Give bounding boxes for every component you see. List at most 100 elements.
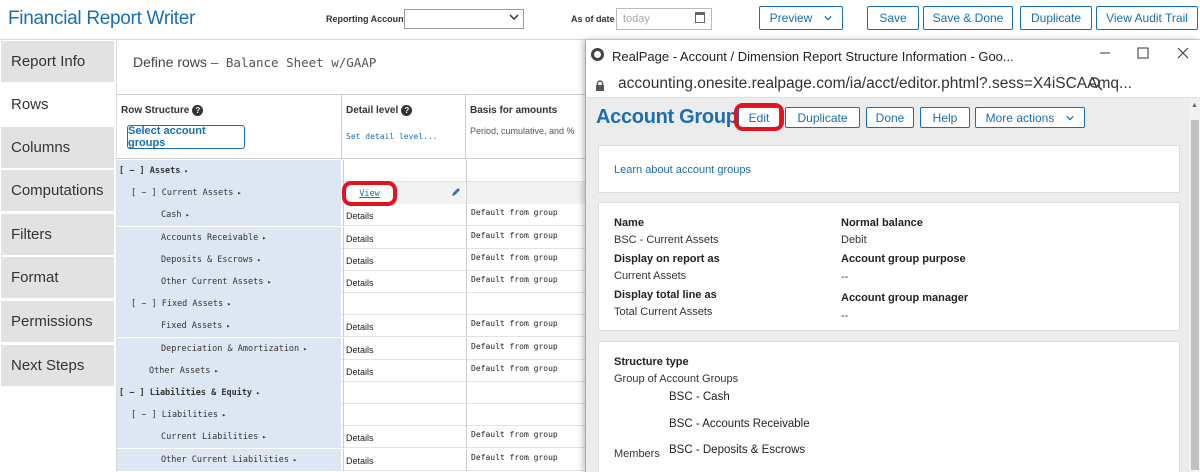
basis-cell[interactable]: Default from group (466, 315, 587, 338)
row-structure-cell[interactable]: Accounts Receivable ▸ (117, 226, 341, 249)
basis-cell[interactable]: Default from group (466, 204, 587, 227)
detail-level-cell[interactable] (343, 404, 465, 427)
row-structure-cell[interactable]: Current Liabilities ▸ (117, 426, 341, 449)
duplicate-button[interactable]: Duplicate (1020, 6, 1092, 30)
view-audit-trail-button[interactable]: View Audit Trail (1096, 6, 1198, 30)
detail-level-cell[interactable]: Details (343, 426, 465, 449)
row-structure-cell[interactable]: [ − ] Fixed Assets ▸ (117, 293, 341, 316)
nav-filters[interactable]: Filters (0, 213, 115, 256)
url-text[interactable]: accounting.onesite.realpage.com/ia/acct/… (618, 75, 1132, 93)
help-button[interactable]: Help (920, 107, 970, 128)
basis-cell[interactable] (466, 182, 587, 205)
minimize-icon[interactable] (1090, 44, 1120, 66)
expand-arrow-icon[interactable]: ▸ (226, 322, 230, 330)
nav-permissions[interactable]: Permissions (0, 300, 115, 343)
basis-cell[interactable] (466, 160, 587, 182)
table-row[interactable]: Current Liabilities ▸ Details Default from … (117, 426, 587, 449)
zoom-icon[interactable] (1088, 76, 1106, 94)
expand-arrow-icon[interactable]: ▸ (227, 300, 231, 308)
done-button[interactable]: Done (866, 107, 914, 128)
detail-level-cell[interactable]: Details (343, 226, 465, 249)
popup-scrollbar[interactable]: ▲ (1189, 98, 1200, 472)
row-structure-cell[interactable]: [ − ] Liabilities ▸ (117, 404, 341, 427)
expand-arrow-icon[interactable]: ▸ (303, 345, 307, 353)
row-structure-cell[interactable]: Depreciation & Amortization ▸ (117, 337, 341, 360)
nav-next-steps[interactable]: Next Steps (0, 344, 115, 387)
nav-columns[interactable]: Columns (0, 126, 115, 169)
expand-arrow-icon[interactable]: ▸ (256, 389, 260, 397)
row-structure-cell[interactable]: [ − ] Assets ▸ (117, 160, 341, 182)
view-link[interactable]: View (342, 181, 397, 206)
basis-cell[interactable] (466, 293, 587, 316)
expand-arrow-icon[interactable]: ▸ (222, 411, 226, 419)
row-structure-cell[interactable]: Deposits & Escrows ▸ (117, 248, 341, 271)
table-row[interactable]: Accounts Receivable ▸ Details Default from … (117, 226, 587, 249)
close-icon[interactable] (1168, 44, 1198, 66)
more-actions-button[interactable]: More actions (975, 107, 1085, 128)
expand-arrow-icon[interactable]: ▸ (257, 256, 261, 264)
basis-cell[interactable]: Default from group (466, 426, 587, 449)
save-done-button[interactable]: Save & Done (923, 6, 1013, 30)
as-of-date-input[interactable]: today (616, 8, 712, 30)
scroll-up-icon[interactable]: ▲ (1191, 102, 1198, 109)
table-row[interactable]: [ − ] Liabilities ▸ (117, 404, 587, 427)
basis-cell[interactable]: Default from group (466, 226, 587, 249)
expand-arrow-icon[interactable]: ▸ (185, 211, 189, 219)
select-account-groups-button[interactable]: Select account groups (127, 125, 245, 149)
table-row[interactable]: Fixed Assets ▸ Details Default from group (117, 315, 587, 338)
expand-arrow-icon[interactable]: ▸ (262, 234, 266, 242)
row-structure-cell[interactable]: [ − ] Current Assets ▸ (117, 182, 341, 205)
basis-cell[interactable]: Default from group (466, 359, 587, 382)
detail-level-cell[interactable] (343, 293, 465, 316)
learn-about-account-groups-link[interactable]: Learn about account groups (614, 164, 751, 176)
detail-level-cell[interactable]: Details (343, 359, 465, 382)
nav-rows[interactable]: Rows (0, 83, 115, 126)
detail-level-cell[interactable] (343, 382, 465, 404)
table-row[interactable]: Other Current Liabilities ▸ Details Default… (117, 448, 587, 471)
table-row[interactable]: [ − ] Liabilities & Equity ▸ (117, 382, 587, 404)
calendar-icon[interactable] (695, 12, 705, 23)
row-structure-cell[interactable]: Cash ▸ (117, 204, 341, 227)
detail-level-cell[interactable]: Details (343, 204, 465, 227)
row-structure-cell[interactable]: Fixed Assets ▸ (117, 315, 341, 338)
expand-arrow-icon[interactable]: ▸ (237, 189, 241, 197)
address-bar[interactable]: accounting.onesite.realpage.com/ia/acct/… (586, 72, 1200, 98)
basis-cell[interactable]: Default from group (466, 248, 587, 271)
set-detail-level-link[interactable]: Set detail level... (346, 132, 461, 141)
basis-cell[interactable]: Default from group (466, 448, 587, 471)
basis-cell[interactable]: Default from group (466, 271, 587, 293)
row-structure-cell[interactable]: Other Current Assets ▸ (117, 271, 341, 293)
reporting-accounts-select[interactable] (404, 9, 524, 29)
expand-arrow-icon[interactable]: ▸ (267, 278, 271, 286)
row-structure-cell[interactable]: Other Current Liabilities ▸ (117, 448, 341, 471)
detail-level-cell[interactable]: Details (343, 448, 465, 471)
detail-level-cell[interactable]: Details (343, 271, 465, 293)
detail-level-cell[interactable]: Details (343, 337, 465, 360)
nav-computations[interactable]: Computations (0, 169, 115, 212)
basis-cell[interactable] (466, 382, 587, 404)
expand-arrow-icon[interactable]: ▸ (214, 367, 218, 375)
detail-level-cell[interactable]: Details (343, 315, 465, 338)
table-row[interactable]: [ − ] Assets ▸ (117, 160, 587, 182)
save-button[interactable]: Save (867, 6, 919, 30)
basis-cell[interactable] (466, 404, 587, 427)
nav-report-info[interactable]: Report Info (0, 40, 115, 83)
table-row[interactable]: Cash ▸ Details Default from group (117, 204, 587, 227)
table-row[interactable]: Other Current Assets ▸ Details Default from… (117, 271, 587, 293)
row-structure-cell[interactable]: [ − ] Liabilities & Equity ▸ (117, 382, 341, 404)
maximize-icon[interactable] (1128, 44, 1158, 66)
preview-button[interactable]: Preview (759, 6, 843, 30)
help-icon[interactable]: ? (192, 105, 204, 116)
table-row[interactable]: Deposits & Escrows ▸ Details Default from g… (117, 248, 587, 271)
help-icon[interactable]: ? (401, 105, 413, 116)
expand-arrow-icon[interactable]: ▸ (262, 433, 266, 441)
table-row[interactable]: Depreciation & Amortization ▸ Details Defau… (117, 337, 587, 360)
detail-level-cell[interactable]: Details (343, 248, 465, 271)
popup-duplicate-button[interactable]: Duplicate (785, 107, 860, 128)
detail-level-cell[interactable] (343, 160, 465, 182)
expand-arrow-icon[interactable]: ▸ (184, 167, 188, 175)
expand-arrow-icon[interactable]: ▸ (293, 456, 297, 464)
table-row[interactable]: Other Assets ▸ Details Default from group (117, 359, 587, 382)
table-row[interactable]: [ − ] Fixed Assets ▸ (117, 293, 587, 316)
nav-format[interactable]: Format (0, 256, 115, 299)
